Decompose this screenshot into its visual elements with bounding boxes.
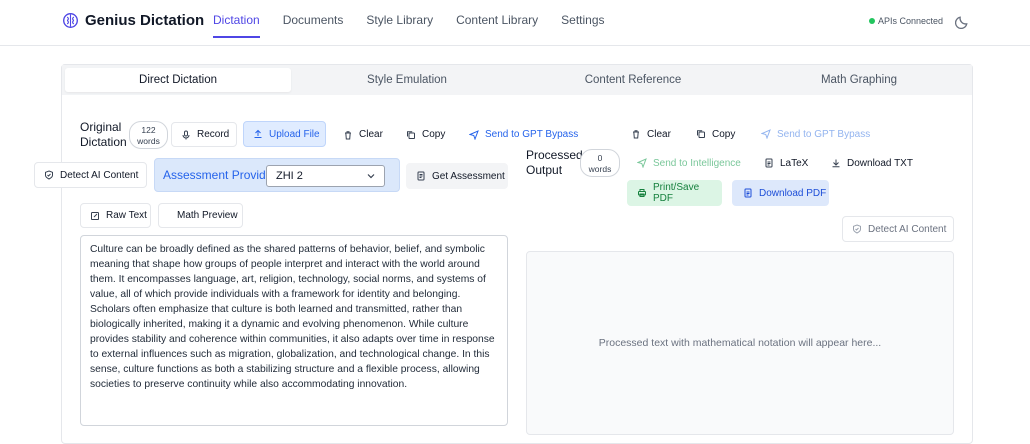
original-text: Culture can be broadly defined as the sh… (90, 244, 495, 390)
download-txt-button[interactable]: Download TXT (825, 151, 914, 175)
mode-tabs: Direct Dictation Style Emulation Content… (62, 65, 972, 95)
provider-select[interactable]: ZHI 2 (266, 165, 385, 187)
copy-icon (407, 130, 415, 139)
output-clear-button[interactable]: Clear (625, 122, 672, 146)
clear-button[interactable]: Clear (337, 122, 384, 147)
detect-ai-content-button[interactable]: Detect AI Content (34, 162, 147, 188)
trash-icon (345, 130, 351, 139)
send-intelligence-label: Send to Intelligence (653, 157, 741, 169)
math-preview-label: Math Preview (177, 210, 238, 221)
trash-icon (633, 130, 639, 139)
api-status: APIs Connected (869, 16, 943, 26)
shield-icon (45, 170, 53, 180)
title-line-2: Dictation (80, 135, 127, 149)
record-button[interactable]: Record (171, 122, 237, 147)
nav-settings[interactable]: Settings (561, 13, 604, 38)
word-count-unit: words (588, 164, 612, 174)
send-to-intelligence-button[interactable]: Send to Intelligence (631, 151, 742, 175)
document-icon (417, 171, 425, 181)
raw-text-button[interactable]: Raw Text (80, 203, 151, 228)
title-line-2: Output (526, 163, 563, 177)
nav-style-library[interactable]: Style Library (366, 13, 433, 38)
edit-icon (91, 211, 99, 220)
status-dot-icon (869, 18, 875, 24)
output-send-gpt-bypass-button[interactable]: Send to GPT Bypass (755, 122, 872, 146)
word-count-unit: words (137, 136, 160, 146)
latex-button[interactable]: LaTeX (758, 151, 810, 175)
clear-label: Clear (359, 129, 383, 140)
top-bar: Genius Dictation Dictation Documents Sty… (0, 0, 1030, 46)
send-gpt-label: Send to GPT Bypass (485, 129, 579, 140)
tab-direct-dictation[interactable]: Direct Dictation (65, 68, 291, 92)
nav-dictation[interactable]: Dictation (213, 13, 260, 38)
output-copy-label: Copy (712, 128, 736, 140)
tab-content-reference[interactable]: Content Reference (520, 65, 746, 95)
upload-label: Upload File (269, 128, 320, 140)
shield-icon (853, 224, 861, 234)
word-count-value: 0 (597, 153, 603, 163)
math-preview-button[interactable]: Math Preview (158, 203, 243, 228)
tab-math-graphing[interactable]: Math Graphing (746, 65, 972, 95)
original-text-area[interactable]: Culture can be broadly defined as the sh… (80, 235, 508, 426)
assessment-provider-label: Assessment Provider: (163, 168, 280, 182)
get-assessment-button[interactable]: Get Assessment (406, 163, 508, 189)
download-pdf-button[interactable]: Download PDF (732, 180, 829, 206)
document-icon (765, 158, 773, 168)
nav-documents[interactable]: Documents (283, 13, 344, 38)
copy-label: Copy (422, 129, 446, 140)
brain-icon (63, 13, 78, 28)
latex-label: LaTeX (780, 157, 809, 169)
tab-style-emulation[interactable]: Style Emulation (294, 65, 520, 95)
print-pdf-label: Print/Save PDF (653, 182, 700, 204)
processed-output-area[interactable]: Processed text with mathematical notatio… (526, 251, 954, 435)
send-icon (637, 158, 647, 168)
upload-file-button[interactable]: Upload File (243, 121, 326, 147)
api-status-label: APIs Connected (878, 16, 944, 26)
document-icon (744, 188, 752, 198)
download-pdf-label: Download PDF (759, 187, 827, 199)
original-word-count: 122 words (129, 121, 168, 149)
copy-button[interactable]: Copy (400, 122, 447, 147)
upload-icon (254, 129, 262, 138)
record-label: Record (197, 129, 230, 140)
get-assessment-label: Get Assessment (432, 170, 505, 182)
output-placeholder: Processed text with mathematical notatio… (598, 337, 882, 349)
print-save-pdf-button[interactable]: Print/Save PDF (627, 180, 722, 206)
download-icon (832, 159, 840, 168)
output-detect-ai-content-button[interactable]: Detect AI Content (842, 216, 954, 242)
title-line-1: Processed (526, 148, 583, 162)
printer-icon (638, 189, 646, 197)
original-dictation-title: Original Dictation (80, 120, 127, 150)
send-icon (761, 129, 771, 139)
output-copy-button[interactable]: Copy (690, 122, 737, 146)
download-txt-label: Download TXT (847, 157, 913, 169)
raw-text-label: Raw Text (106, 210, 147, 221)
microphone-icon (182, 130, 190, 139)
title-line-1: Original (80, 120, 122, 134)
processed-output-title: Processed Output (526, 148, 583, 178)
output-clear-label: Clear (647, 128, 671, 140)
main-nav: Dictation Documents Style Library Conten… (213, 13, 605, 38)
brand[interactable]: Genius Dictation (62, 12, 204, 29)
detect-ai-label: Detect AI Content (60, 169, 139, 181)
brand-name: Genius Dictation (85, 12, 205, 29)
output-word-count: 0 words (580, 149, 620, 177)
nav-content-library[interactable]: Content Library (456, 13, 538, 38)
send-icon (469, 129, 479, 140)
word-count-value: 122 (141, 125, 156, 135)
provider-value: ZHI 2 (276, 170, 303, 182)
send-gpt-bypass-button[interactable]: Send to GPT Bypass (463, 122, 580, 147)
output-send-gpt-label: Send to GPT Bypass (777, 128, 871, 140)
copy-icon (697, 130, 705, 138)
output-detect-ai-label: Detect AI Content (868, 223, 947, 235)
chevron-down-icon (367, 174, 375, 179)
moon-icon[interactable] (955, 14, 970, 29)
assessment-provider-box: Assessment Provider: ZHI 2 (154, 158, 400, 192)
